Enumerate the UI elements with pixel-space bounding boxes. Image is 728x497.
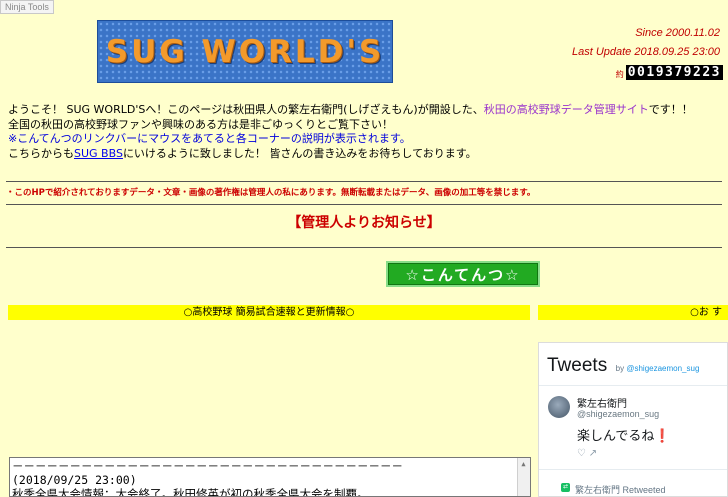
intro-site-description: 秋田の高校野球データ管理サイト [483,103,649,116]
news-line: －－－－－－－－－－－－－－－－－－－－－－－－－－－－－－－－－－ [12,459,403,473]
news-line: 秋季全県大会情報：大会終了。秋田修英が初の秋季全県大会を制覇。 [12,487,369,497]
tweets-handle-link[interactable]: @shigezaemon_sug [626,364,699,373]
divider [6,181,722,182]
site-logo: SUG WORLD'S [97,20,393,83]
intro-line2: 全国の秋田の高校野球ファンや興味のある方は是非ごゆっくりとご覧下さい！ [8,117,393,131]
tweet-action-icons[interactable]: ♡ ↗ [577,448,597,459]
intro-line4-pre: こちらからも [8,146,74,160]
news-band-header: ○高校野球 簡易試合速報と更新情報○ [8,305,530,320]
last-update: Last Update 2018.09.25 23:00 [571,46,720,58]
logo-text: SUG WORLD'S [105,33,385,70]
ninja-tools-badge[interactable]: Ninja Tools [0,0,54,14]
tweet-text: 楽しんでるね❗ [577,425,671,444]
divider [6,204,722,205]
access-counter: 約 0019379223 [616,65,723,80]
tweet-author-handle[interactable]: @shigezaemon_sug [577,409,659,419]
admin-notice-heading: 【管理人よりお知らせ】 [287,215,441,231]
retweet-icon: ⇄ [561,483,570,492]
divider [6,247,722,248]
sug-bbs-link[interactable]: SUG BBS [74,147,123,160]
scroll-up-icon[interactable]: ▲ [519,459,528,469]
intro-line4-post: にいけるように致しました！ 皆さんの書き込みをお待ちしております。 [122,146,477,160]
tweets-by-label: by [615,364,625,373]
since-date: Since 2000.11.02 [635,27,720,39]
exclamation-icon: ❗ [654,428,671,443]
tweets-widget: Tweets by @shigezaemon_sug 繁左右衛門 @shigez… [538,342,728,497]
divider [539,385,727,386]
news-text: －－－－－－－－－－－－－－－－－－－－－－－－－－－－－－－－－－ (2018… [12,459,403,497]
tweets-title[interactable]: Tweets [547,355,607,376]
contents-button[interactable]: ☆こんてんつ☆ [386,261,540,287]
avatar[interactable] [548,396,570,418]
copyright-notice: ・このHPで紹介されておりますデータ・文章・画像の著作権は管理人の私にあります。… [6,188,536,198]
retweet-line: 繁左右衛門 Retweeted [575,485,666,495]
intro-text: ようこそ！ SUG WORLD'Sへ！このページは秋田県人の繁左右衛門(しげざえ… [8,103,708,161]
counter-prefix: 約 [615,70,624,79]
intro-line1-post: です！！ [648,103,693,116]
intro-line1-pre: ようこそ！ SUG WORLD'Sへ！このページは秋田県人の繁左右衛門(しげざえ… [8,103,484,116]
tweet-text-body: 楽しんでるね [577,428,655,443]
news-textarea[interactable]: －－－－－－－－－－－－－－－－－－－－－－－－－－－－－－－－－－ (2018… [9,457,531,497]
scrollbar[interactable]: ▲ [517,458,530,496]
tweets-header: Tweets by @shigezaemon_sug [547,355,699,377]
tweet-author-name[interactable]: 繁左右衛門 [577,395,627,410]
counter-value: 0019379223 [625,65,723,80]
tweets-by: by @shigezaemon_sug [616,364,700,373]
divider [539,469,727,470]
side-band-header: ○お す [538,305,728,320]
news-line: (2018/09/25 23:00) [12,473,137,487]
intro-line3: ※こんてんつのリンクバーにマウスをあてると各コーナーの説明が表示されます。 [8,132,411,145]
